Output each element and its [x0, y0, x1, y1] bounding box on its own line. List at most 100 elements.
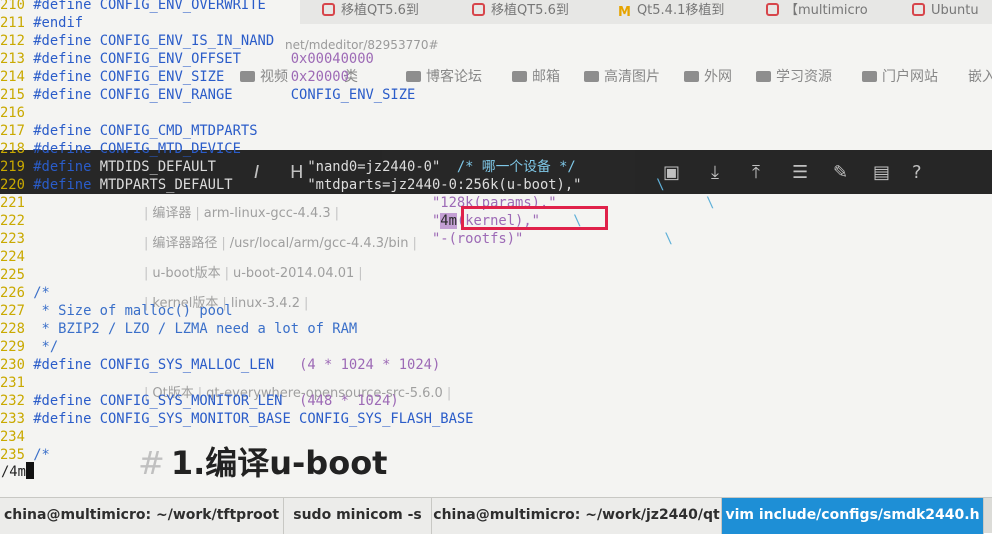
line-number: 233 — [0, 411, 25, 427]
code-line: 230 #define CONFIG_SYS_MALLOC_LEN (4 * 1… — [0, 356, 440, 374]
code-line: 216 — [0, 104, 33, 122]
code-line: 220 #define MTDPARTS_DEFAULT "mtdparts=j… — [0, 176, 665, 194]
line-number: 214 — [0, 69, 25, 85]
line-number: 223 — [0, 231, 25, 247]
code-line: 225 — [0, 266, 33, 284]
line-number: 215 — [0, 87, 25, 103]
terminal-tab-tftproot[interactable]: china@multimicro: ~/work/tftproot — [0, 498, 284, 534]
line-number: 234 — [0, 429, 25, 445]
line-number: 227 — [0, 303, 25, 319]
numeric-literal: 0x00040000 — [290, 51, 374, 67]
code-text: CONFIG_ENV_OVERWRITE — [91, 0, 266, 13]
line-number: 224 — [0, 249, 25, 265]
line-number: 211 — [0, 15, 25, 31]
code-comment: * BZIP2 / LZO / LZMA need a lot of RAM — [33, 321, 358, 337]
preprocessor-directive: #endif — [33, 15, 84, 31]
line-number: 222 — [0, 213, 25, 229]
line-number: 226 — [0, 285, 25, 301]
line-number: 210 — [0, 0, 25, 13]
line-number: 218 — [0, 141, 25, 157]
text-cursor — [25, 462, 34, 479]
line-number: 216 — [0, 105, 25, 121]
string-literal: "mtdparts=jz2440-0:256k(u-boot)," — [307, 177, 582, 193]
line-number: 235 — [0, 447, 25, 463]
numeric-literal: (4 * 1024 * 1024) — [299, 357, 441, 373]
line-number: 230 — [0, 357, 25, 373]
code-line: 223 "-(rootfs)" \ — [0, 230, 673, 248]
string-literal: "nand0=jz2440-0" — [307, 159, 441, 175]
terminal-tab-bar: china@multimicro: ~/work/tftproot sudo m… — [0, 497, 992, 534]
numeric-literal: 0x20000 — [290, 69, 349, 85]
preprocessor-directive: #define — [33, 51, 92, 67]
code-text: CONFIG_SYS_MONITOR_LEN — [91, 393, 300, 409]
line-number: 212 — [0, 33, 25, 49]
code-comment: /* — [33, 447, 50, 463]
line-number: 221 — [0, 195, 25, 211]
preprocessor-directive: #define — [33, 87, 92, 103]
code-text: CONFIG_ENV_IS_IN_NAND — [91, 33, 275, 49]
line-number: 231 — [0, 375, 25, 391]
code-line: 214 #define CONFIG_ENV_SIZE 0x20000 — [0, 68, 349, 86]
code-comment: /* — [33, 285, 50, 301]
code-text: MTDPARTS_DEFAULT — [91, 177, 308, 193]
highlight-annotation-box — [461, 206, 608, 230]
preprocessor-directive: #define — [33, 141, 92, 157]
preprocessor-directive: #define — [33, 159, 92, 175]
code-line: 224 — [0, 248, 33, 266]
code-line: 234 — [0, 428, 33, 446]
preprocessor-directive: #define — [33, 393, 92, 409]
code-line: 226 /* — [0, 284, 50, 302]
code-line: 212 #define CONFIG_ENV_IS_IN_NAND — [0, 32, 274, 50]
terminal-tab-vim[interactable]: vim include/configs/smdk2440.h — [722, 498, 984, 534]
code-comment: * Size of malloc() pool — [33, 303, 233, 319]
code-comment: */ — [33, 339, 59, 355]
line-number: 213 — [0, 51, 25, 67]
preprocessor-directive: #define — [33, 123, 92, 139]
code-text: CONFIG_ENV_RANGE CONFIG_ENV_SIZE — [91, 87, 416, 103]
line-number: 220 — [0, 177, 25, 193]
line-number: 232 — [0, 393, 25, 409]
code-text: CONFIG_MTD_DEVICE — [91, 141, 241, 157]
vim-editor[interactable]: 210 #define CONFIG_ENV_OVERWRITE 211 #end… — [0, 0, 992, 497]
code-line: 213 #define CONFIG_ENV_OFFSET 0x00040000 — [0, 50, 374, 68]
line-continuation: \ — [523, 231, 673, 247]
preprocessor-directive: #define — [33, 357, 92, 373]
line-continuation: \ — [581, 177, 665, 193]
preprocessor-directive: #define — [33, 69, 92, 85]
line-number: 229 — [0, 339, 25, 355]
preprocessor-directive: #define — [33, 411, 92, 427]
preprocessor-directive: #define — [33, 33, 92, 49]
terminal-tab-qt[interactable]: china@multimicro: ~/work/jz2440/qt — [432, 498, 722, 534]
line-number: 225 — [0, 267, 25, 283]
code-line: 231 — [0, 374, 33, 392]
code-text: CONFIG_ENV_SIZE — [91, 69, 291, 85]
code-comment: /* 哪一个设备 */ — [440, 159, 576, 175]
terminal-tab-minicom[interactable]: sudo minicom -s — [284, 498, 432, 534]
code-line: 215 #define CONFIG_ENV_RANGE CONFIG_ENV_… — [0, 86, 415, 104]
code-line: 217 #define CONFIG_CMD_MTDPARTS — [0, 122, 258, 140]
code-line: 218 #define CONFIG_MTD_DEVICE — [0, 140, 241, 158]
code-line: 233 #define CONFIG_SYS_MONITOR_BASE CONF… — [0, 410, 474, 428]
code-text: CONFIG_ENV_OFFSET — [91, 51, 291, 67]
code-text: MTDIDS_DEFAULT — [91, 159, 308, 175]
line-number: 228 — [0, 321, 25, 337]
code-line: 228 * BZIP2 / LZO / LZMA need a lot of R… — [0, 320, 357, 338]
line-number: 219 — [0, 159, 25, 175]
numeric-literal: (448 * 1024) — [299, 393, 399, 409]
code-line: 232 #define CONFIG_SYS_MONITOR_LEN (448 … — [0, 392, 399, 410]
preprocessor-directive: #define — [33, 0, 92, 13]
search-match: 4m — [440, 213, 457, 229]
code-text: CONFIG_CMD_MTDPARTS — [91, 123, 258, 139]
code-text: CONFIG_SYS_MONITOR_BASE CONFIG_SYS_FLASH… — [91, 411, 474, 427]
code-line: 210 #define CONFIG_ENV_OVERWRITE — [0, 0, 266, 14]
vim-command-line[interactable]: /4m — [1, 462, 34, 480]
line-number: 217 — [0, 123, 25, 139]
code-line: 227 * Size of malloc() pool — [0, 302, 233, 320]
code-line: 211 #endif — [0, 14, 83, 32]
string-literal: "-(rootfs)" — [431, 231, 524, 247]
code-line: 229 */ — [0, 338, 58, 356]
preprocessor-directive: #define — [33, 177, 92, 193]
